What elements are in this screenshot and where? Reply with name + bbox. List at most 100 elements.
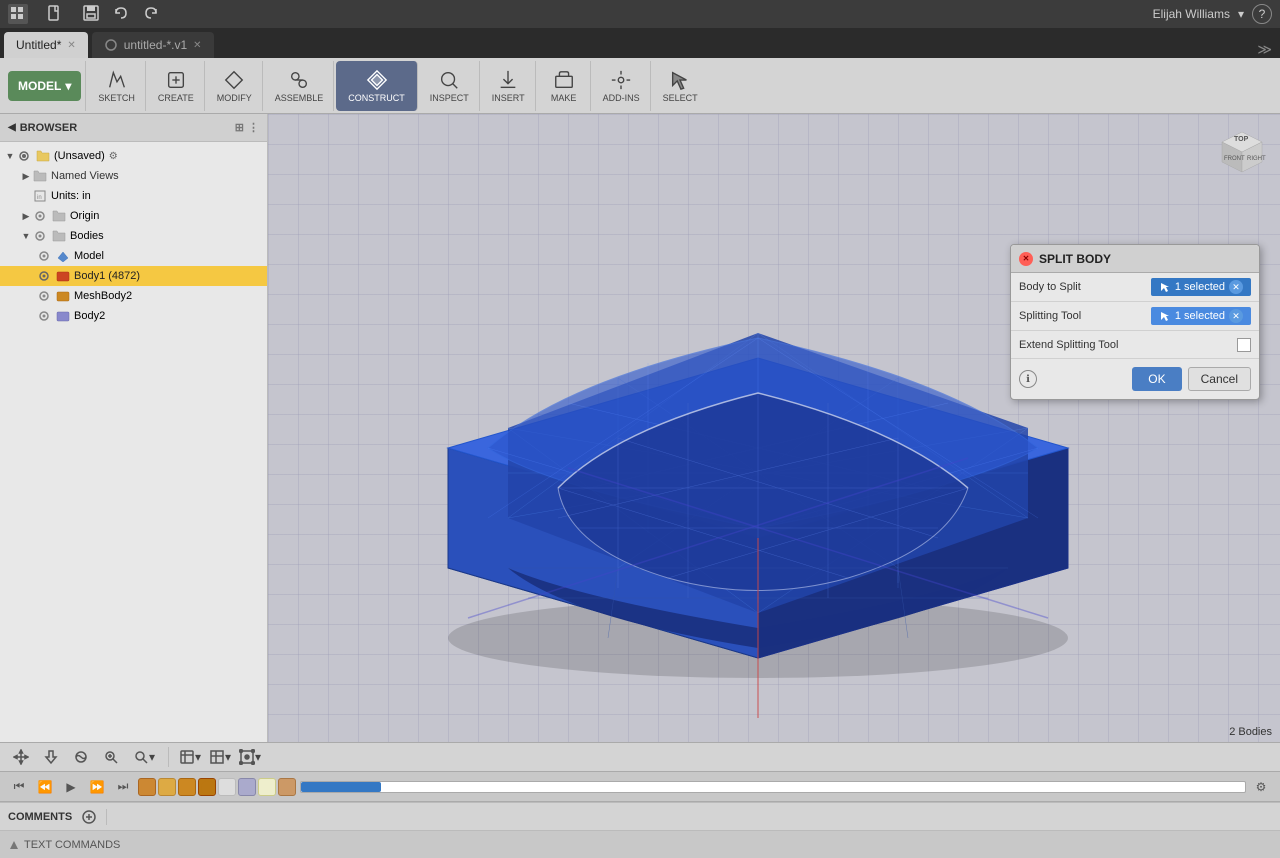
anim-next-btn[interactable]: ⏩ [86,776,108,798]
tab-expand-icon[interactable]: ≫ [1257,41,1272,58]
named-views-arrow[interactable]: ▶ [20,170,32,182]
sprite-5[interactable] [218,778,236,796]
grid-btn[interactable]: ▾ [207,745,233,769]
dialog-info-icon[interactable]: ℹ [1019,370,1037,388]
tree-model[interactable]: Model [0,246,267,266]
root-visibility-icon[interactable] [16,148,32,164]
bodies-visibility-icon[interactable] [32,228,48,244]
tab-close-v1[interactable]: ✕ [193,40,201,51]
anim-prev-btn[interactable]: ⏪ [34,776,56,798]
user-chevron[interactable]: ▾ [1238,7,1244,21]
file-menu[interactable] [40,2,70,27]
root-settings-icon[interactable]: ⚙ [109,151,118,162]
modify-button[interactable]: MODIFY [211,63,258,109]
save-icon[interactable] [82,4,100,25]
sprite-3[interactable] [178,778,196,796]
undo-icon[interactable] [112,4,130,25]
axis-widget[interactable]: TOP FRONT RIGHT [1212,122,1272,182]
ok-button[interactable]: OK [1132,367,1181,391]
assemble-group: ASSEMBLE [265,61,335,111]
zoom-dropdown-btn[interactable]: ▾ [128,745,160,769]
viewport-status: 2 Bodies [1229,726,1272,738]
comments-add-btn[interactable] [80,808,98,826]
anim-last-btn[interactable]: ⏭ [112,776,134,798]
body-to-split-clear[interactable]: ✕ [1229,280,1243,294]
body-to-split-value[interactable]: 1 selected ✕ [1151,278,1251,296]
tab-close-untitled[interactable]: ✕ [67,40,75,51]
inspect-button[interactable]: INSPECT [424,63,475,109]
tree-root-item[interactable]: ▼ (Unsaved) ⚙ [0,146,267,166]
svg-text:FRONT: FRONT [1224,156,1245,162]
sidebar-collapse-icon[interactable]: ◀ [8,122,16,133]
sprite-2[interactable] [158,778,176,796]
model-button[interactable]: MODEL ▾ [8,71,81,101]
tree-body2[interactable]: Body2 [0,306,267,326]
sprite-1[interactable] [138,778,156,796]
named-views-folder-icon [32,168,48,184]
sketch-button[interactable]: SKETCH [92,63,141,109]
body1-visibility-icon[interactable] [36,268,52,284]
tab-v1[interactable]: untitled-*.v1 ✕ [92,32,214,58]
splitting-tool-clear[interactable]: ✕ [1229,309,1243,323]
anim-settings-btn[interactable]: ⚙ [1250,776,1272,798]
extend-checkbox[interactable] [1237,338,1251,352]
sprite-7[interactable] [258,778,276,796]
bodies-arrow[interactable]: ▼ [20,230,32,242]
assemble-label: ASSEMBLE [275,93,324,103]
tree-meshbody2[interactable]: MeshBody2 [0,286,267,306]
sprite-4[interactable] [198,778,216,796]
model-visibility-icon[interactable] [36,248,52,264]
dialog-close-btn[interactable]: ✕ [1019,252,1033,266]
insert-button[interactable]: INSERT [486,63,531,109]
sketch-icon [106,69,128,91]
modify-group: MODIFY [207,61,263,111]
origin-arrow[interactable]: ▶ [20,210,32,222]
anim-first-btn[interactable]: ⏮ [8,776,30,798]
sidebar-header: ◀ BROWSER ⊞ ⋮ [0,114,267,142]
body2-icon [55,308,71,324]
move-tool-btn[interactable] [8,745,34,769]
app-grid-icon[interactable] [8,4,28,24]
construct-button[interactable]: CONSTRUCT [342,63,411,109]
animation-thumb[interactable] [301,782,381,792]
redo-icon[interactable] [142,4,160,25]
insert-icon [497,69,519,91]
tree-origin[interactable]: ▶ Origin [0,206,267,226]
make-button[interactable]: MAKE [542,63,586,109]
tree-units[interactable]: in Units: in [0,186,267,206]
animation-track[interactable] [300,781,1246,793]
select-button[interactable]: SELECT [657,63,704,109]
text-commands-bar: TEXT COMMANDS [0,830,1280,858]
body2-visibility-icon[interactable] [36,308,52,324]
tree-named-views[interactable]: ▶ Named Views [0,166,267,186]
tree-body1[interactable]: Body1 (4872) [0,266,267,286]
display-mode-btn[interactable]: ▾ [177,745,203,769]
expand-icon[interactable] [8,839,20,851]
anim-play-btn[interactable]: ▶ [60,776,82,798]
create-button[interactable]: CREATE [152,63,200,109]
origin-visibility-icon[interactable] [32,208,48,224]
pan-tool-btn[interactable] [38,745,64,769]
origin-folder-icon [51,208,67,224]
sidebar-expand-icon[interactable]: ⊞ [235,121,244,134]
tab-untitled[interactable]: Untitled* ✕ [4,32,88,58]
origin-label: Origin [70,210,99,222]
help-icon[interactable]: ? [1252,4,1272,24]
splitting-tool-value[interactable]: 1 selected ✕ [1151,307,1251,325]
zoom-tool-btn[interactable] [98,745,124,769]
comments-label: COMMENTS [8,811,72,823]
root-expand-arrow[interactable]: ▼ [4,150,16,162]
cancel-button[interactable]: Cancel [1188,367,1251,391]
username: Elijah Williams [1153,7,1230,21]
sprite-6[interactable] [238,778,256,796]
tree-bodies[interactable]: ▼ Bodies [0,226,267,246]
tab-untitled-label: Untitled* [16,38,61,52]
sprite-8[interactable] [278,778,296,796]
viewport[interactable]: TOP FRONT RIGHT ✕ SPLIT BODY Body to Spl… [268,114,1280,742]
snap-btn[interactable]: ▾ [237,745,263,769]
meshbody2-visibility-icon[interactable] [36,288,52,304]
addins-button[interactable]: ADD-INS [597,63,646,109]
sidebar-dots-icon[interactable]: ⋮ [248,121,259,134]
assemble-button[interactable]: ASSEMBLE [269,63,330,109]
orbit-tool-btn[interactable] [68,745,94,769]
